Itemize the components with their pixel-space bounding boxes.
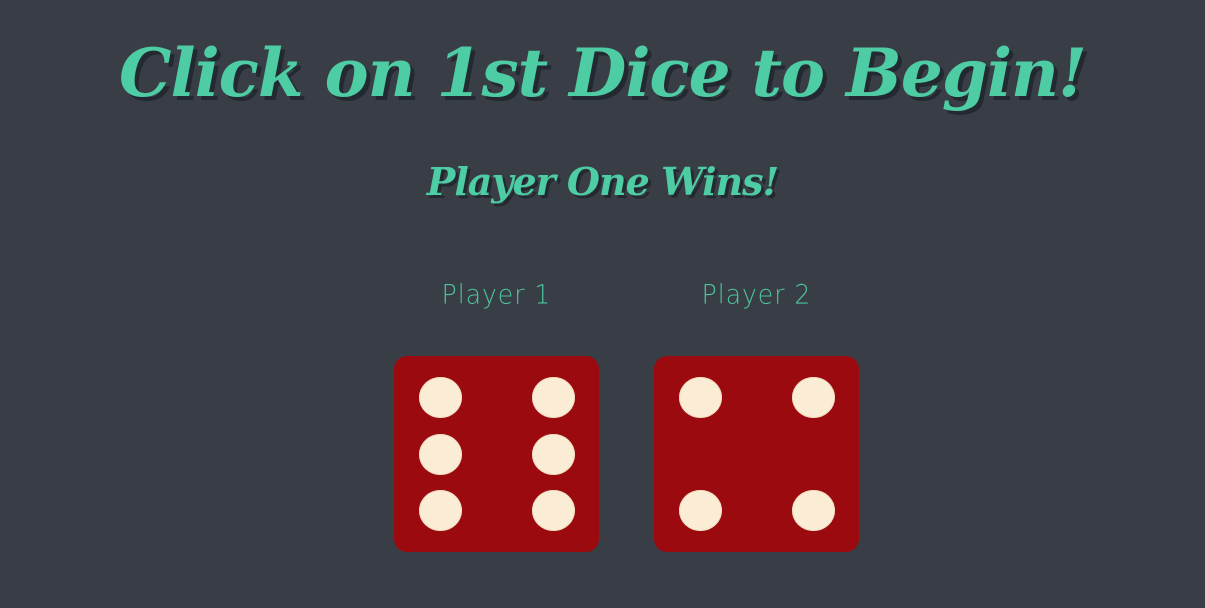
dice-pip <box>419 377 462 418</box>
dice-pip <box>532 434 575 475</box>
dice-pip <box>532 377 575 418</box>
dice-pip <box>419 434 462 475</box>
result-message: Player One Wins! <box>426 159 779 204</box>
dice-pip <box>532 490 575 531</box>
player-1-panel: Player 1 <box>394 277 599 552</box>
player-2-dice <box>654 356 859 552</box>
player-2-label: Player 2 <box>701 279 812 310</box>
player-2-panel: Player 2 <box>654 277 859 552</box>
player-1-dice[interactable] <box>394 356 599 552</box>
dice-pip <box>792 490 835 531</box>
dice-pip <box>679 377 722 418</box>
player-1-label: Player 1 <box>441 279 552 310</box>
dice-pip <box>679 490 722 531</box>
dice-pip <box>792 377 835 418</box>
dice-pip <box>419 490 462 531</box>
page-title: Click on 1st Dice to Begin! <box>119 34 1087 112</box>
